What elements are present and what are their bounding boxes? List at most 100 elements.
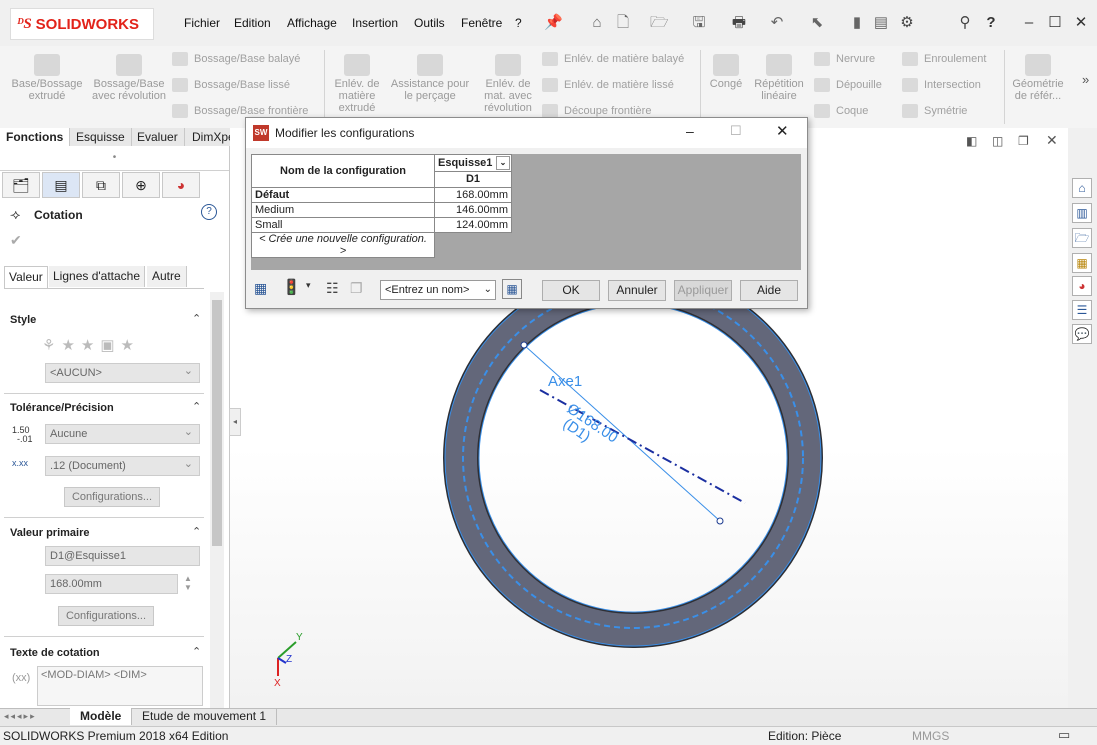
display-manager-tab[interactable]: ◕ <box>162 172 200 198</box>
revolved-cut-button[interactable]: Enlév. de mat. avec révolution <box>478 54 538 114</box>
menu-fichier[interactable]: Fichier <box>184 16 220 30</box>
resources-home-icon[interactable]: ⌂ <box>1072 178 1092 198</box>
viewport-restore-icon[interactable]: ❐ <box>1018 134 1029 148</box>
appearances-icon[interactable]: ◕ <box>1072 276 1092 296</box>
sketch-column-header[interactable]: Esquisse1 ⌄ <box>434 154 512 172</box>
collapse-chevron-icon[interactable]: ⌃ <box>192 312 201 325</box>
draft-button[interactable]: Dépouille <box>814 78 882 92</box>
add-style-icon[interactable]: ★ <box>61 336 74 354</box>
select-icon[interactable]: ⬉ <box>808 14 826 32</box>
tab-esquisse[interactable]: Esquisse <box>70 128 132 146</box>
tolerance-configurations-button[interactable]: Configurations... <box>64 487 160 507</box>
dialog-maximize-icon[interactable]: ☐ <box>730 123 742 139</box>
minimize-icon[interactable]: – <box>1020 14 1038 32</box>
copy-configuration-icon[interactable]: ❐ <box>350 280 363 297</box>
close-icon[interactable]: ✕ <box>1072 14 1090 32</box>
parameters-icon[interactable]: ☷ <box>326 280 339 297</box>
collapse-chevron-icon[interactable]: ⌃ <box>192 645 201 658</box>
ring-part[interactable] <box>443 268 823 648</box>
solidworks-logo[interactable]: ᴰS SOLIDWORKS <box>10 8 154 40</box>
swept-cut-button[interactable]: Enlév. de matière balayé <box>542 52 684 66</box>
loft-boss-button[interactable]: Bossage/Base lissé <box>172 78 290 92</box>
config-row-name[interactable]: Medium <box>251 202 435 218</box>
help-icon[interactable]: ? <box>982 14 1000 32</box>
axis-label[interactable]: Axe1 <box>548 373 582 390</box>
config-row-value[interactable]: 124.00mm <box>434 217 512 233</box>
tab-evaluer[interactable]: Evaluer <box>131 128 185 146</box>
design-library-icon[interactable]: ▥ <box>1072 203 1092 223</box>
subtab-autre[interactable]: Autre <box>147 266 187 287</box>
property-manager-tab[interactable]: ▤ <box>42 172 80 198</box>
style-apply-icon[interactable]: ⚘ <box>42 336 55 354</box>
subtab-valeur[interactable]: Valeur <box>4 266 48 288</box>
status-units[interactable]: MMGS <box>912 729 949 743</box>
panel-help-icon[interactable]: ? <box>201 204 217 220</box>
revolve-boss-button[interactable]: Bossage/Base avec révolution <box>90 54 168 102</box>
dimension-name-field[interactable]: D1@Esquisse1 <box>45 546 200 566</box>
dialog-close-icon[interactable]: ✕ <box>776 122 789 140</box>
save-table-view-icon[interactable]: ▦ <box>502 279 522 299</box>
help-button[interactable]: Aide <box>740 280 798 301</box>
value-configurations-button[interactable]: Configurations... <box>58 606 154 626</box>
shell-button[interactable]: Coque <box>814 104 868 118</box>
subtab-lignes[interactable]: Lignes d'attache <box>49 266 146 287</box>
undo-icon[interactable]: ↶ <box>768 14 786 32</box>
delete-style-icon[interactable]: ★ <box>81 336 94 354</box>
ok-checkmark-icon[interactable]: ✔ <box>10 232 22 249</box>
panel-scrollbar[interactable] <box>210 292 224 708</box>
value-spinner-icon[interactable]: ▲ ▼ <box>184 574 192 592</box>
tab-motion-study[interactable]: Etude de mouvement 1 <box>132 708 278 725</box>
dimension-endpoint[interactable] <box>520 341 528 349</box>
rebuild-icon[interactable]: ▮ <box>848 14 866 32</box>
style-dropdown[interactable]: <AUCUN> <box>45 362 200 383</box>
home-icon[interactable]: ⌂ <box>588 14 606 32</box>
configuration-name-select[interactable]: <Entrez un nom> ⌄ <box>380 280 496 300</box>
hole-wizard-button[interactable]: Assistance pour le perçage <box>388 54 472 102</box>
mirror-button[interactable]: Symétrie <box>902 104 967 118</box>
menu-outils[interactable]: Outils <box>414 16 445 30</box>
lofted-cut-button[interactable]: Enlév. de matière lissé <box>542 78 674 92</box>
tab-fonctions[interactable]: Fonctions <box>0 128 71 146</box>
rib-button[interactable]: Nervure <box>814 52 875 66</box>
config-row-name[interactable]: Small <box>251 217 435 233</box>
dimension-endpoint[interactable] <box>716 517 724 525</box>
extrude-boss-button[interactable]: Base/Bossage extrudé <box>8 54 86 102</box>
swept-boss-button[interactable]: Bossage/Base balayé <box>172 52 300 66</box>
extruded-cut-button[interactable]: Enlév. de matière extrudé <box>330 54 384 114</box>
table-view-icon[interactable]: ▦ <box>254 280 267 297</box>
traffic-light-icon[interactable]: 🚦 <box>282 278 301 296</box>
new-file-icon[interactable]: 🗋 <box>614 14 632 32</box>
dimension-line[interactable] <box>523 344 721 522</box>
chevron-down-icon[interactable]: ⌄ <box>496 156 510 170</box>
config-row-name[interactable]: Défaut <box>251 187 435 203</box>
dimension-text-field[interactable]: <MOD-DIAM> <DIM> <box>37 666 203 706</box>
ribbon-expand-icon[interactable]: » <box>1082 72 1089 87</box>
load-style-icon[interactable]: ★ <box>121 336 134 354</box>
collapse-chevron-icon[interactable]: ⌃ <box>192 400 201 413</box>
boundary-boss-button[interactable]: Bossage/Base frontière <box>172 104 308 118</box>
intersect-button[interactable]: Intersection <box>902 78 981 92</box>
cancel-button[interactable]: Annuler <box>608 280 666 301</box>
menu-fenetre[interactable]: Fenêtre <box>461 16 502 30</box>
maximize-icon[interactable]: ☐ <box>1046 14 1064 32</box>
ok-button[interactable]: OK <box>542 280 600 301</box>
open-file-icon[interactable]: 🗁 <box>650 14 669 32</box>
file-properties-icon[interactable]: ▤ <box>872 14 890 32</box>
menu-insertion[interactable]: Insertion <box>352 16 398 30</box>
save-style-icon[interactable]: ▣ <box>100 336 114 354</box>
panel-splitter[interactable]: • <box>0 146 229 171</box>
user-icon[interactable]: ⚲ <box>956 14 974 32</box>
custom-properties-icon[interactable]: ☰ <box>1072 300 1092 320</box>
options-gear-icon[interactable]: ⚙ <box>898 14 916 32</box>
panel-collapse-handle[interactable]: ◂ <box>229 408 241 436</box>
configuration-manager-tab[interactable]: ⧉ <box>82 172 120 198</box>
fillet-button[interactable]: Congé <box>704 54 748 90</box>
status-config-icon[interactable]: ▭ <box>1058 727 1070 743</box>
traffic-light-dropdown-icon[interactable]: ▾ <box>306 280 311 291</box>
viewport-close-icon[interactable]: ✕ <box>1046 132 1058 149</box>
precision-dropdown[interactable]: .12 (Document) <box>45 455 200 476</box>
menu-affichage[interactable]: Affichage <box>287 16 337 30</box>
reference-geometry-button[interactable]: Géométrie de référ... <box>1008 54 1068 102</box>
menu-help[interactable]: ? <box>515 16 522 30</box>
file-explorer-icon[interactable]: 🗁 <box>1072 228 1092 248</box>
